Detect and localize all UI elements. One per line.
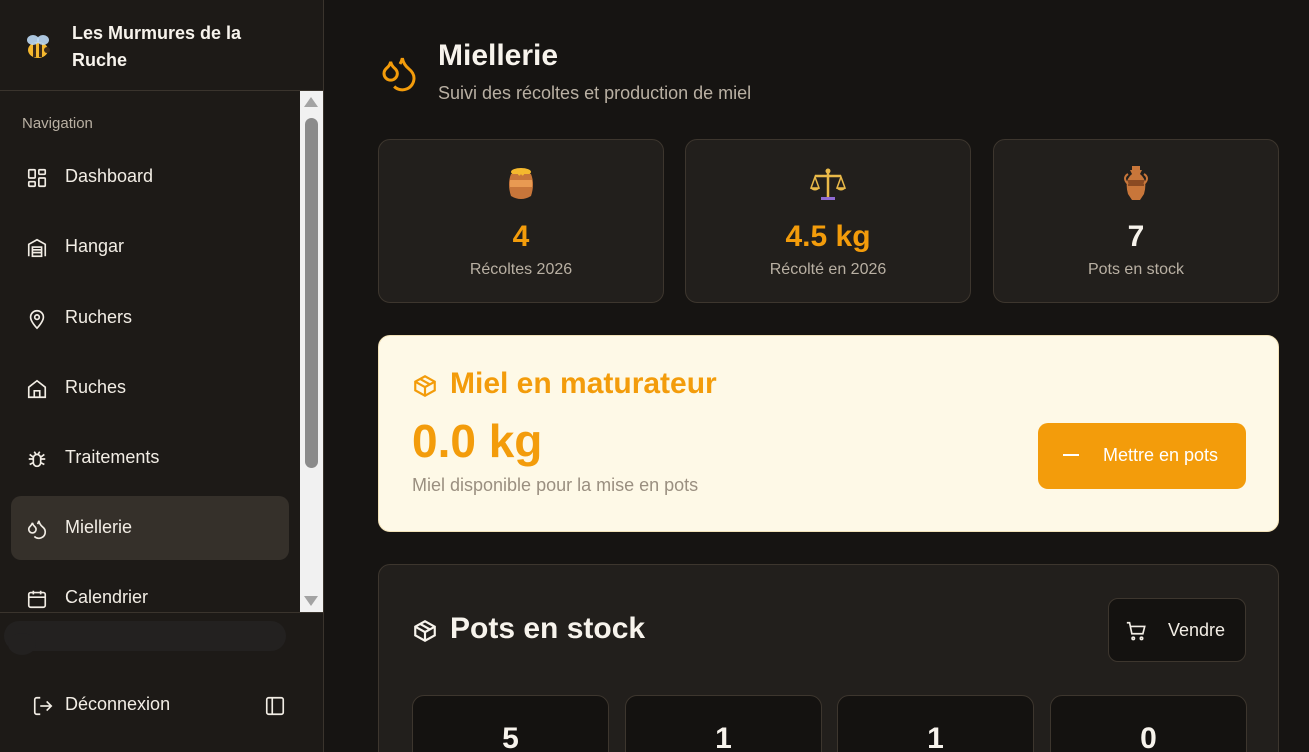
sidebar-item-ruches[interactable]: Ruches (11, 356, 289, 420)
amphora-icon (1124, 166, 1148, 200)
warehouse-icon (27, 238, 47, 258)
home-icon (27, 379, 47, 399)
sidebar-item-miellerie[interactable]: Miellerie (11, 496, 289, 560)
sidebar-header: Les Murmures de la Ruche (0, 0, 323, 91)
logout-label: Déconnexion (65, 694, 171, 714)
avatar-placeholder (8, 633, 36, 655)
sidebar-item-label: Hangar (65, 236, 125, 256)
balance-scale-icon (809, 168, 847, 200)
sell-button-label: Vendre (1168, 620, 1226, 640)
maturator-value: 0.0 kg (412, 415, 543, 467)
pot-card[interactable]: 0 (1050, 695, 1247, 752)
logout-button[interactable]: Déconnexion (22, 691, 262, 721)
user-placeholder (4, 621, 286, 651)
minus-icon (1063, 454, 1079, 456)
maturator-title: Miel en maturateur (450, 367, 717, 400)
pot-count: 1 (927, 722, 944, 752)
logout-icon (33, 696, 53, 716)
sidebar-item-ruchers[interactable]: Ruchers (11, 286, 289, 350)
package-icon (414, 375, 436, 397)
shopping-cart-icon (1126, 621, 1146, 641)
package-icon (414, 620, 436, 642)
nav-group-label: Navigation (22, 115, 93, 132)
sidebar-item-traitements[interactable]: Traitements (11, 426, 289, 490)
sidebar-toggle-icon[interactable] (264, 695, 286, 717)
maturator-card: Miel en maturateur 0.0 kg Miel disponibl… (378, 335, 1279, 532)
pot-card[interactable]: 1 (837, 695, 1034, 752)
app-title: Les Murmures de la Ruche (72, 23, 242, 70)
maturator-description: Miel disponible pour la mise en pots (412, 475, 699, 495)
stat-label: Récoltes 2026 (469, 261, 573, 278)
map-pin-icon (29, 309, 45, 330)
stat-label: Pots en stock (1087, 261, 1185, 278)
pot-card[interactable]: 5 (412, 695, 609, 752)
pot-card[interactable]: 1 (625, 695, 822, 752)
droplets-icon (27, 520, 47, 540)
scrollbar-thumb[interactable] (305, 118, 318, 468)
page-subtitle: Suivi des récoltes et production de miel (438, 83, 752, 103)
jar-honey-button-label: Mettre en pots (1103, 445, 1219, 465)
dashboard-icon (27, 168, 47, 188)
sidebar-nav: Navigation Dashboard Hangar Ruchers Ruch… (0, 91, 323, 612)
calendar-icon (27, 590, 47, 609)
stat-card-harvested: 4.5 kg Récolté en 2026 (685, 139, 971, 303)
sidebar-item-label: Ruches (65, 377, 127, 397)
stat-value: 4.5 kg (785, 220, 871, 253)
jar-honey-button[interactable]: Mettre en pots (1038, 423, 1246, 489)
stat-card-pots: 7 Pots en stock (993, 139, 1279, 303)
sidebar-item-calendrier[interactable]: Calendrier (11, 566, 289, 612)
bee-logo-icon (27, 35, 50, 58)
scroll-up-arrow-icon[interactable] (304, 97, 318, 107)
pot-count: 1 (715, 722, 732, 752)
sidebar-item-label: Miellerie (65, 517, 133, 537)
stock-title: Pots en stock (450, 612, 646, 645)
sidebar-item-dashboard[interactable]: Dashboard (11, 145, 289, 209)
sidebar-footer: Déconnexion (0, 612, 323, 752)
sidebar-item-label: Calendrier (65, 587, 149, 607)
honey-pot-icon (509, 168, 533, 199)
main-content: Miellerie Suivi des récoltes et producti… (324, 0, 1309, 752)
droplets-icon (382, 57, 416, 92)
pot-count: 0 (1140, 722, 1157, 752)
sidebar: Les Murmures de la Ruche Navigation Dash… (0, 0, 324, 752)
sidebar-scrollbar[interactable] (300, 91, 323, 612)
scroll-down-arrow-icon[interactable] (304, 596, 318, 606)
sidebar-item-hangar[interactable]: Hangar (11, 215, 289, 279)
stock-card: Pots en stock Vendre 5 1 1 0 (378, 564, 1279, 752)
stat-value: 4 (512, 220, 530, 253)
sidebar-item-label: Dashboard (65, 166, 154, 186)
sell-button[interactable]: Vendre (1108, 598, 1246, 662)
stat-label: Récolté en 2026 (769, 261, 887, 278)
page-title: Miellerie (438, 39, 559, 72)
sidebar-item-label: Traitements (65, 447, 160, 467)
stat-value: 7 (1127, 220, 1145, 253)
sidebar-item-label: Ruchers (65, 307, 133, 327)
pot-count: 5 (502, 722, 519, 752)
stat-card-harvests: 4 Récoltes 2026 (378, 139, 664, 303)
bug-icon (28, 451, 46, 468)
